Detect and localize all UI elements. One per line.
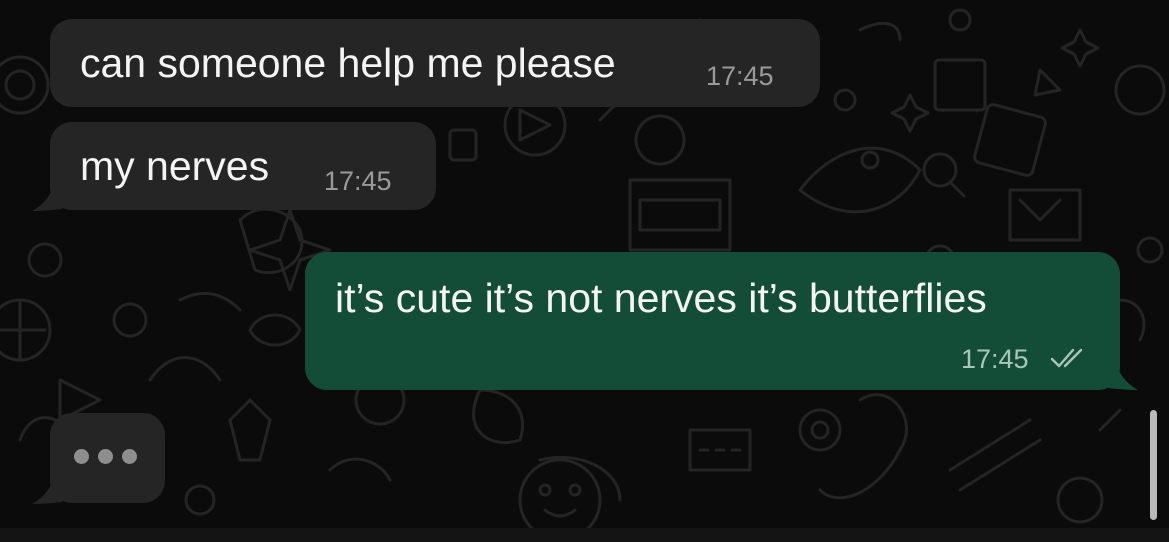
incoming-message-bubble[interactable]: can someone help me please 17:45 [50, 19, 820, 107]
message-text: my nerves [80, 143, 270, 189]
message-text: can someone help me please [80, 40, 616, 86]
bubble-tail [32, 476, 62, 504]
outgoing-message-bubble[interactable]: it’s cute it’s not nerves it’s butterfli… [305, 252, 1120, 390]
typing-dots-icon [98, 449, 113, 464]
typing-dots-icon [74, 449, 89, 464]
message-timestamp: 17:45 [706, 61, 774, 91]
bubble-tail [1108, 362, 1138, 390]
message-timestamp: 17:45 [961, 344, 1029, 374]
scrollbar[interactable] [1150, 410, 1157, 520]
bottom-bar [0, 528, 1169, 542]
bubble-tail [32, 183, 62, 211]
double-check-icon [1050, 348, 1083, 368]
message-timestamp: 17:45 [324, 166, 392, 196]
typing-indicator [50, 413, 165, 503]
chat-view: can someone help me please 17:45 my nerv… [0, 0, 1169, 542]
typing-dots-icon [122, 449, 137, 464]
incoming-message-bubble[interactable]: my nerves 17:45 [50, 122, 436, 210]
message-text: it’s cute it’s not nerves it’s butterfli… [335, 275, 987, 321]
